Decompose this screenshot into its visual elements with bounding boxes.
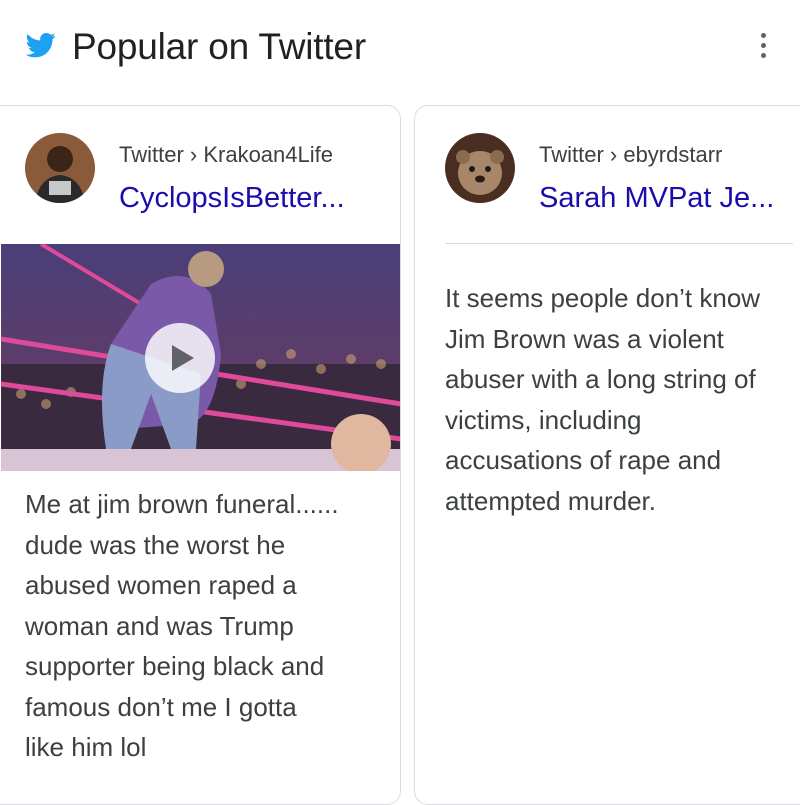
twitter-bird-icon: [26, 33, 56, 58]
tweet-author-link[interactable]: CyclopsIsBetter...: [119, 182, 381, 215]
section-title: Popular on Twitter: [72, 26, 366, 67]
tweet-source: Twitter › Krakoan4Life: [119, 142, 333, 167]
section-header: Popular on Twitter: [0, 0, 800, 100]
avatar[interactable]: [25, 133, 95, 203]
avatar[interactable]: [445, 133, 515, 203]
play-icon[interactable]: [145, 323, 215, 393]
tweet-author-link[interactable]: Sarah MVPat Je...: [539, 182, 795, 215]
more-vert-icon[interactable]: [748, 30, 778, 60]
tweet-card[interactable]: Twitter › ebyrdstarr Sarah MVPat Je... I…: [414, 105, 800, 805]
tweet-text: It seems people don’t know Jim Brown was…: [445, 283, 761, 516]
tweet-source: Twitter › ebyrdstarr: [539, 142, 723, 167]
divider: [445, 243, 793, 244]
video-thumbnail[interactable]: [1, 244, 400, 471]
tweet-text: Me at jim brown funeral...... dude was t…: [25, 489, 339, 762]
tweet-card[interactable]: Twitter › Krakoan4Life CyclopsIsBetter..…: [0, 105, 401, 805]
